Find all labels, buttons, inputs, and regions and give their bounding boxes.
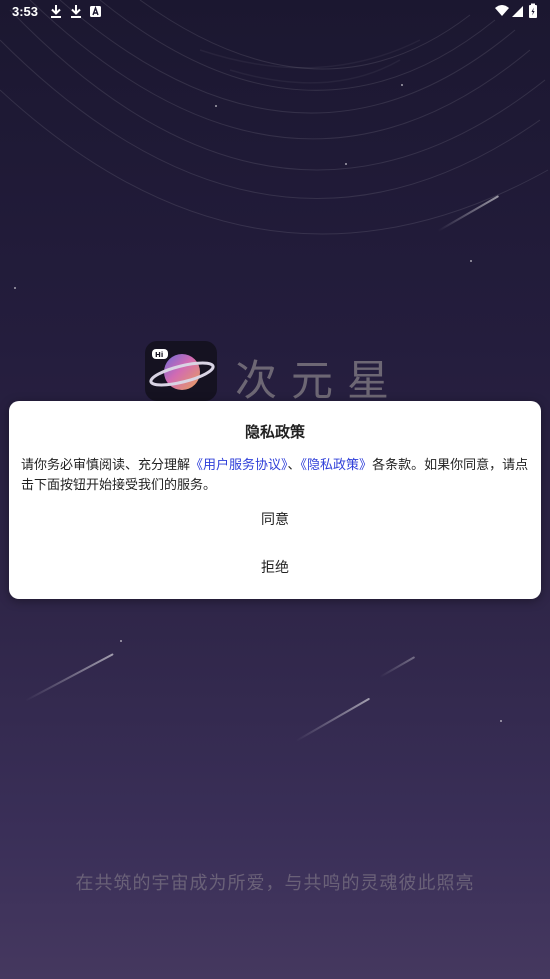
splash-screen: 3:53 Hi 次元星 隐私政策 请你务必审慎阅读、充分理解《用户服务协议》、《… <box>0 0 550 979</box>
svg-text:Hi: Hi <box>155 351 163 359</box>
wifi-icon <box>495 5 509 16</box>
dialog-message: 请你务必审慎阅读、充分理解《用户服务协议》、《隐私政策》各条款。如果你同意，请点… <box>21 456 529 496</box>
user-agreement-link[interactable]: 《用户服务协议》 <box>190 458 288 473</box>
agree-button[interactable]: 同意 <box>9 502 541 538</box>
star <box>470 260 472 262</box>
app-logo: Hi 次元星 <box>145 341 415 405</box>
privacy-dialog: 隐私政策 请你务必审慎阅读、充分理解《用户服务协议》、《隐私政策》各条款。如果你… <box>9 401 541 599</box>
star <box>120 640 122 642</box>
privacy-policy-link[interactable]: 《隐私政策》 <box>301 458 373 473</box>
font-icon <box>90 5 101 17</box>
cell-signal-icon <box>512 6 523 17</box>
message-text: 请你务必审慎阅读、充分理解 <box>21 458 191 473</box>
refuse-button[interactable]: 拒绝 <box>9 550 541 586</box>
dialog-title: 隐私政策 <box>244 423 305 441</box>
shooting-star <box>379 656 416 678</box>
star <box>345 163 347 165</box>
star <box>215 105 217 107</box>
star <box>14 287 16 289</box>
app-name: 次元星 <box>235 356 404 405</box>
space-arcs-decoration <box>0 0 549 235</box>
slogan-text: 在共筑的宇宙成为所爱，与共鸣的灵魂彼此照亮 <box>75 873 475 894</box>
status-bar: 3:53 <box>0 0 550 24</box>
download-icon <box>71 5 81 18</box>
planet-icon: Hi <box>145 341 217 401</box>
status-time: 3:53 <box>12 4 39 19</box>
download-icon <box>51 5 61 18</box>
shooting-star <box>24 653 114 702</box>
shooting-star <box>295 697 371 742</box>
message-separator: 、 <box>287 458 301 473</box>
star <box>500 720 502 722</box>
battery-icon <box>529 3 537 18</box>
star <box>401 84 403 86</box>
